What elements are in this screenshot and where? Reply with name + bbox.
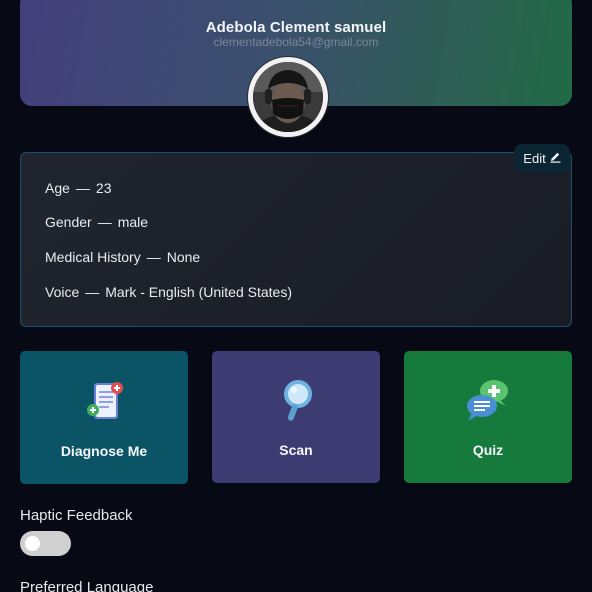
tile-label: Quiz [472, 442, 504, 458]
avatar-photo [253, 62, 323, 132]
magnifier-icon [276, 377, 318, 428]
preferred-language-label: Preferred Language [20, 579, 154, 592]
detail-separator: — [75, 180, 90, 196]
detail-row-medical-history: Medical History — None [45, 249, 200, 265]
detail-row-voice: Voice — Mark - English (United States) [45, 284, 292, 300]
detail-value: 23 [95, 180, 112, 196]
quiz-tile[interactable]: Quiz [404, 351, 572, 483]
scan-tile[interactable]: Scan [212, 351, 380, 483]
detail-value: male [117, 214, 149, 230]
medical-report-icon [83, 379, 127, 428]
tile-label: Diagnose Me [60, 443, 148, 459]
detail-value: Mark - English (United States) [105, 284, 292, 300]
detail-separator: — [97, 214, 112, 230]
profile-details-card [20, 152, 572, 327]
detail-separator: — [146, 249, 161, 265]
detail-label: Gender [45, 214, 92, 230]
detail-row-age: Age — 23 [45, 180, 112, 196]
detail-label: Age [45, 180, 70, 196]
toggle-knob [25, 536, 40, 551]
user-name: Adebola Clement samuel [205, 19, 387, 36]
detail-label: Medical History [45, 249, 141, 265]
tile-label: Scan [279, 442, 313, 458]
edit-label: Edit [523, 151, 546, 166]
profile-screen: Adebola Clement samuel clementadebola54@… [0, 0, 592, 592]
detail-separator: — [85, 284, 100, 300]
chat-bubbles-icon [466, 378, 512, 429]
pencil-icon [549, 152, 561, 163]
detail-value: None [166, 249, 201, 265]
detail-label: Voice [45, 284, 80, 300]
avatar[interactable] [248, 57, 328, 137]
detail-row-gender: Gender — male [45, 214, 148, 230]
user-email: clementadebola54@gmail.com [213, 35, 379, 49]
haptic-feedback-toggle[interactable] [20, 531, 71, 556]
edit-button[interactable]: Edit [514, 144, 570, 173]
diagnose-me-tile[interactable]: Diagnose Me [20, 351, 188, 484]
haptic-feedback-label: Haptic Feedback [20, 507, 133, 524]
